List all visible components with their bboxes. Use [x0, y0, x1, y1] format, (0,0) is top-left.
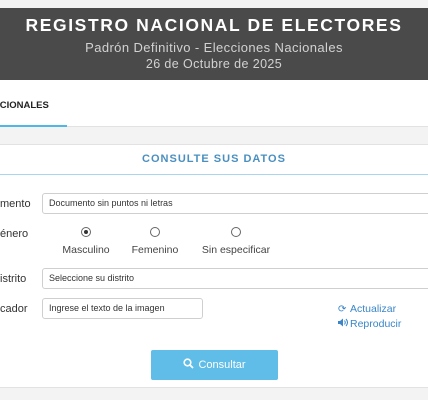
refresh-icon: ⟳ — [338, 304, 347, 315]
consultar-button[interactable]: Consultar — [151, 350, 278, 380]
page-subtitle: Padrón Definitivo - Elecciones Nacionale… — [85, 40, 343, 55]
radio-masculino-label: Masculino — [62, 244, 110, 256]
tab-bar: NACIONALES — [0, 80, 428, 127]
tab-nacionales[interactable]: NACIONALES — [0, 80, 67, 127]
documento-input[interactable]: Documento sin puntos ni letras — [42, 193, 428, 214]
consultar-label: Consultar — [198, 359, 246, 371]
search-icon — [183, 358, 198, 371]
reproducir-label: Reproducir — [350, 318, 402, 330]
radio-sin-especificar-label: Sin especificar — [201, 244, 271, 256]
tab-nacionales-label: NACIONALES — [0, 100, 49, 111]
radio-femenino-label: Femenino — [131, 244, 179, 256]
election-date: 26 de Octubre de 2025 — [145, 57, 283, 71]
reproducir-link[interactable]: Reproducir — [338, 318, 401, 330]
distrito-label: istrito — [0, 273, 27, 285]
documento-label: mento — [0, 198, 31, 210]
genero-label: énero — [0, 228, 29, 240]
distrito-select[interactable]: Seleccione su distrito — [42, 268, 428, 289]
actualizar-link[interactable]: ⟳ Actualizar — [338, 303, 396, 315]
actualizar-label: Actualizar — [350, 303, 397, 315]
query-panel: CONSULTE SUS DATOS mento Documento sin p… — [0, 144, 428, 388]
radio-femenino-dot — [150, 227, 160, 237]
panel-divider — [0, 174, 428, 175]
radio-masculino[interactable]: Masculino — [61, 227, 111, 256]
panel-title: CONSULTE SUS DATOS — [142, 153, 286, 165]
captcha-label: cador — [0, 303, 28, 315]
radio-femenino[interactable]: Femenino — [130, 227, 180, 256]
speaker-icon — [338, 318, 350, 330]
radio-sin-especificar-dot — [231, 227, 241, 237]
radio-sin-especificar[interactable]: Sin especificar — [198, 227, 274, 256]
captcha-input[interactable]: Ingrese el texto de la imagen — [42, 298, 203, 319]
page-title: REGISTRO NACIONAL DE ELECTORES — [25, 15, 403, 35]
page-header: REGISTRO NACIONAL DE ELECTORES Padrón De… — [0, 8, 428, 80]
radio-masculino-dot — [81, 227, 91, 237]
